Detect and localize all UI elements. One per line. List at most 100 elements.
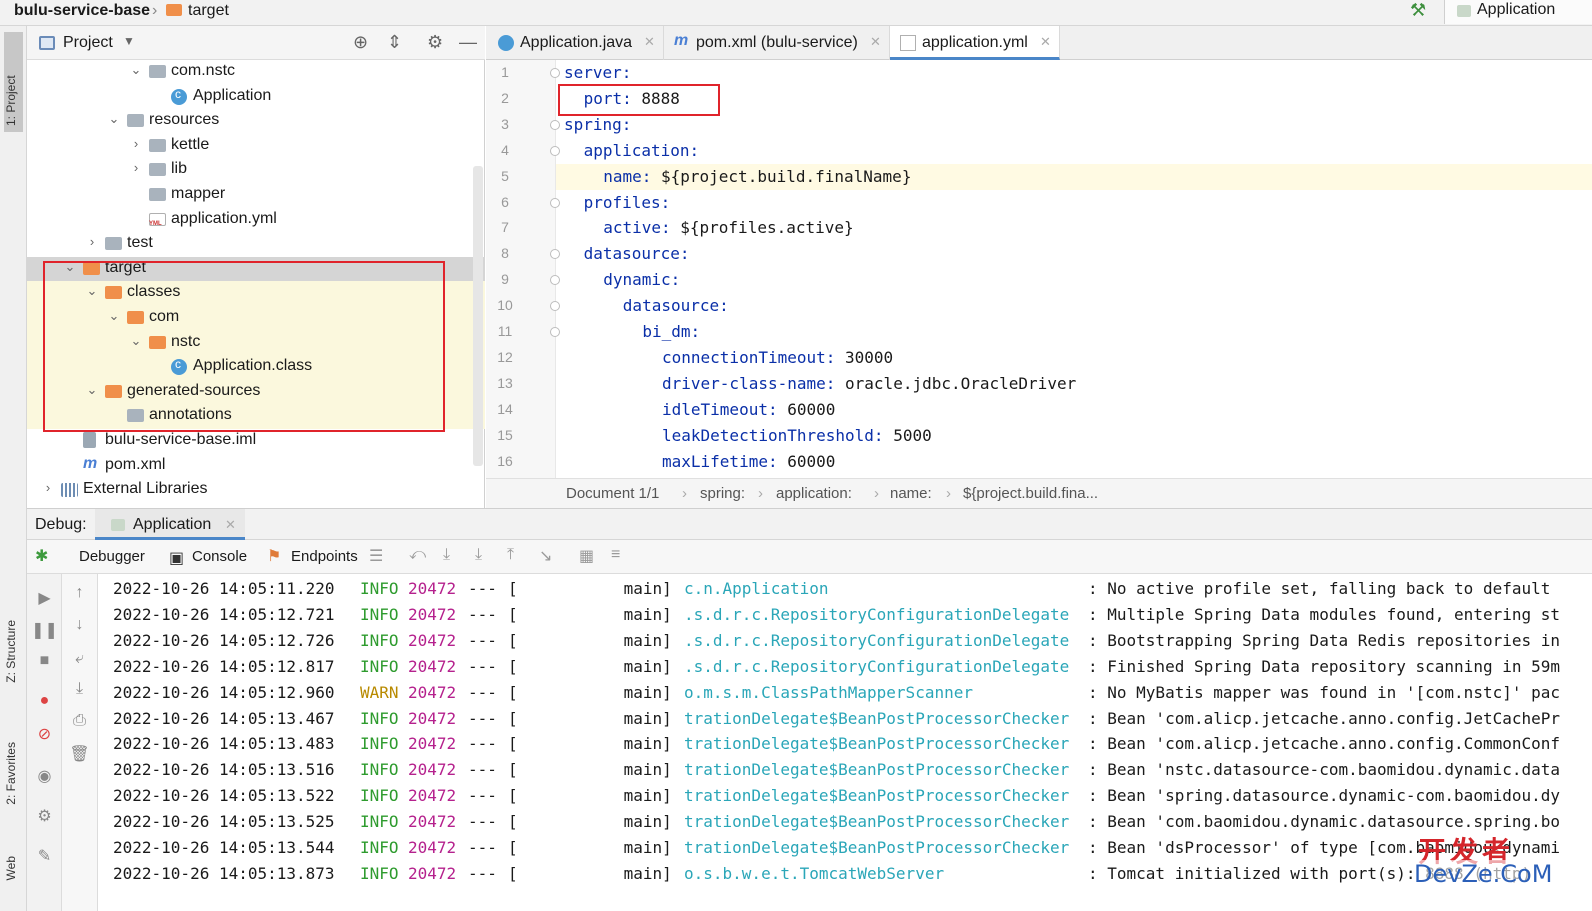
code-line[interactable]: datasource: — [556, 293, 1592, 319]
chevron-down-icon[interactable]: ▼ — [123, 34, 135, 48]
tree-item[interactable]: bulu-service-base.iml — [27, 429, 485, 454]
tree-scrollbar[interactable] — [473, 166, 483, 466]
code-line[interactable]: port: 8888 — [556, 86, 1592, 112]
code-line[interactable]: server: — [556, 60, 1592, 86]
log-logger[interactable]: trationDelegate$BeanPostProcessorChecker — [684, 760, 1069, 779]
tab-application-yml[interactable]: application.yml ✕ — [890, 26, 1060, 60]
tree-item[interactable]: › test — [27, 232, 485, 257]
chevron-right-icon[interactable]: › — [129, 160, 143, 175]
build-hammer-icon[interactable]: ⚒ — [1410, 0, 1426, 21]
pause-icon[interactable]: ❚❚ — [27, 620, 62, 640]
run-configuration-selector[interactable]: Application — [1444, 0, 1592, 24]
tool-tab-structure[interactable]: Z: Structure — [4, 620, 18, 683]
clear-icon[interactable]: 🗑 — [62, 744, 97, 764]
resume-icon[interactable]: ▶ — [27, 588, 62, 608]
tree-item[interactable]: ⌄ target — [27, 256, 485, 282]
code-line[interactable]: spring: — [556, 112, 1592, 138]
log-logger[interactable]: trationDelegate$BeanPostProcessorChecker — [684, 734, 1069, 753]
breadcrumb-target[interactable]: target — [188, 2, 229, 20]
code-line[interactable]: bi_dm: — [556, 319, 1592, 345]
show-execution-point-icon[interactable]: ⤺ — [409, 546, 426, 564]
breadcrumb-name[interactable]: name: — [890, 485, 932, 502]
print-icon[interactable]: ⎙ — [62, 712, 97, 730]
tree-item[interactable]: › kettle — [27, 134, 485, 159]
menu-icon[interactable]: ☰ — [369, 546, 383, 566]
scroll-to-end-icon[interactable]: ⤓ — [62, 680, 97, 698]
breadcrumb-application[interactable]: application: — [776, 485, 852, 502]
tree-item[interactable]: annotations — [27, 404, 485, 429]
log-logger[interactable]: trationDelegate$BeanPostProcessorChecker — [684, 812, 1069, 831]
code-line[interactable]: driver-class-name: oracle.jdbc.OracleDri… — [556, 371, 1592, 397]
step-into-icon[interactable]: ⤓ — [475, 546, 482, 564]
fold-marker-icon[interactable] — [550, 327, 560, 337]
breadcrumb-spring[interactable]: spring: — [700, 485, 745, 502]
tree-item[interactable]: application.yml — [27, 208, 485, 233]
code-line[interactable]: idleTimeout: 60000 — [556, 397, 1592, 423]
chevron-right-icon[interactable]: › — [41, 480, 55, 495]
stop-icon[interactable]: ■ — [27, 652, 62, 670]
code-line[interactable]: active: ${profiles.active} — [556, 215, 1592, 241]
run-to-cursor-icon[interactable]: ↘ — [539, 546, 552, 566]
tab-console[interactable]: Console — [192, 548, 247, 565]
log-logger[interactable]: trationDelegate$BeanPostProcessorChecker — [684, 838, 1069, 857]
collapse-all-icon[interactable]: ⇕ — [387, 32, 402, 53]
breadcrumb-value[interactable]: ${project.build.fina... — [963, 485, 1098, 502]
tree-item[interactable]: ⌄ classes — [27, 281, 485, 306]
chevron-down-icon[interactable]: ⌄ — [107, 308, 121, 324]
settings-icon[interactable]: ⚙ — [27, 806, 62, 826]
close-icon[interactable]: ✕ — [644, 34, 655, 50]
tab-debugger[interactable]: Debugger — [79, 548, 145, 565]
breadcrumb-project[interactable]: bulu-service-base — [14, 2, 150, 20]
log-logger[interactable]: trationDelegate$BeanPostProcessorChecker — [684, 786, 1069, 805]
fold-marker-icon[interactable] — [550, 119, 560, 130]
code-line[interactable]: leakDetectionThreshold: 5000 — [556, 423, 1592, 449]
close-icon[interactable]: ✕ — [225, 517, 236, 533]
evaluate-icon[interactable]: ▦ — [579, 546, 594, 566]
chevron-right-icon[interactable]: › — [85, 234, 99, 249]
tab-pom-xml[interactable]: m pom.xml (bulu-service) ✕ — [664, 26, 890, 60]
tree-item[interactable]: Application.class — [27, 355, 485, 380]
tree-item[interactable]: ⌄ com.nstc — [27, 60, 485, 85]
camera-icon[interactable]: ◉ — [27, 766, 62, 786]
code-line[interactable]: maxLifetime: 60000 — [556, 449, 1592, 475]
log-logger[interactable]: c.n.Application — [684, 579, 829, 598]
log-logger[interactable]: o.m.s.m.ClassPathMapperScanner — [684, 683, 973, 702]
code-line[interactable]: dynamic: — [556, 267, 1592, 293]
chevron-down-icon[interactable]: ⌄ — [63, 259, 77, 275]
console-output[interactable]: 2022-10-26 14:05:11.220 INFO 20472 --- [ mai… — [98, 574, 1592, 911]
arrow-up-icon[interactable]: ↑ — [62, 584, 97, 602]
tool-tab-favorites[interactable]: 2: Favorites — [4, 742, 18, 805]
code-editor[interactable]: server: port: 8888 spring: application: name… — [556, 60, 1592, 478]
locate-icon[interactable]: ⊕ — [353, 32, 368, 53]
debug-session-tab[interactable]: Application ✕ — [95, 509, 245, 540]
tree-item[interactable]: mapper — [27, 183, 485, 208]
log-logger[interactable]: .s.d.r.c.RepositoryConfigurationDelegate — [684, 605, 1069, 624]
code-line[interactable]: name: ${project.build.finalName} — [556, 163, 1592, 190]
tree-item[interactable]: › lib — [27, 158, 485, 183]
bug-icon[interactable]: ✱ — [35, 546, 48, 566]
chevron-down-icon[interactable]: ⌄ — [129, 333, 143, 349]
fold-marker-icon[interactable] — [550, 145, 560, 156]
tree-item[interactable]: ⌄ com — [27, 306, 485, 331]
log-logger[interactable]: .s.d.r.c.RepositoryConfigurationDelegate — [684, 631, 1069, 650]
tree-item[interactable]: m pom.xml — [27, 454, 485, 479]
soft-wrap-icon[interactable]: ⤶ — [62, 650, 97, 668]
log-logger[interactable]: o.s.b.w.e.t.TomcatWebServer — [684, 864, 944, 883]
close-icon[interactable]: ✕ — [870, 34, 881, 50]
tab-application-java[interactable]: Application.java ✕ — [486, 26, 664, 60]
fold-marker-icon[interactable] — [550, 197, 560, 208]
fold-marker-icon[interactable] — [550, 68, 560, 78]
log-logger[interactable]: trationDelegate$BeanPostProcessorChecker — [684, 709, 1069, 728]
tree-item[interactable]: ⌄ generated-sources — [27, 379, 485, 405]
arrow-down-icon[interactable]: ↓ — [62, 616, 97, 634]
hide-icon[interactable]: — — [459, 32, 477, 53]
step-out-icon[interactable]: ⤒ — [507, 546, 514, 564]
breadcrumb-document[interactable]: Document 1/1 — [566, 485, 659, 502]
view-breakpoints-icon[interactable]: ● — [27, 692, 62, 710]
code-line[interactable]: connectionTimeout: 30000 — [556, 345, 1592, 371]
chevron-right-icon[interactable]: › — [129, 136, 143, 151]
gear-icon[interactable]: ⚙ — [427, 32, 443, 53]
code-line[interactable]: datasource: — [556, 241, 1592, 267]
pin-icon[interactable]: ✎ — [27, 846, 62, 866]
chevron-down-icon[interactable]: ⌄ — [107, 111, 121, 127]
